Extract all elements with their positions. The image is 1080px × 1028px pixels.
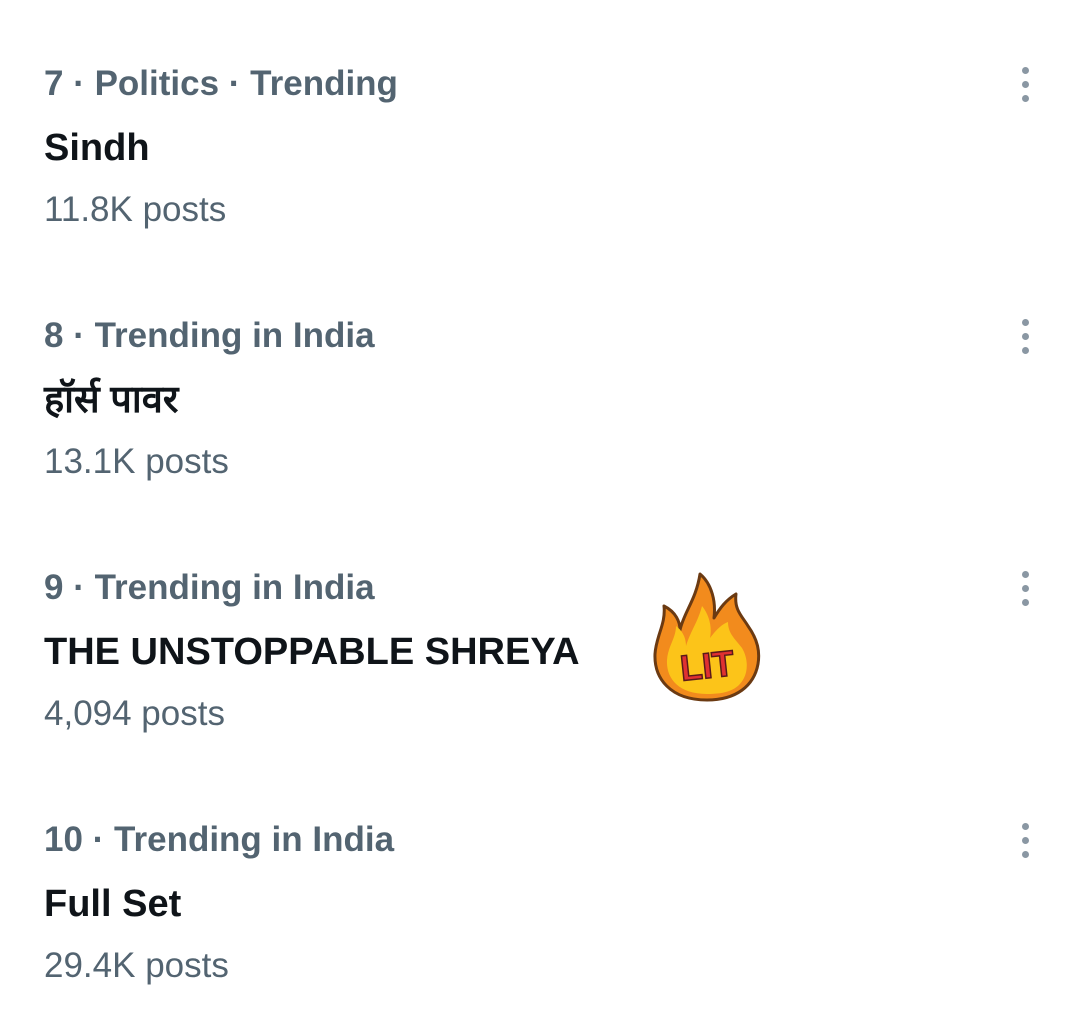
trend-title: Full Set [44,883,182,925]
more-dot [1021,598,1029,606]
more-dot [1021,822,1029,830]
trend-item-9[interactable]: 9 · Trending in India THE UNSTOPPABLE SH… [0,504,1080,756]
trending-list: 7 · Politics · Trending Sindh 11.8K post… [0,0,1080,1028]
more-options-button[interactable] [1004,314,1046,358]
trend-title: Sindh [44,127,150,169]
more-dot [1021,836,1029,844]
trend-context: 9 · Trending in India [44,568,375,607]
trend-post-count: 13.1K posts [44,442,229,481]
lit-text: LIT [678,642,736,688]
more-dot [1021,346,1029,354]
more-options-button[interactable] [1004,818,1046,862]
lit-label: LIT [677,642,736,690]
trend-item-10[interactable]: 10 · Trending in India Full Set 29.4K po… [0,756,1080,1008]
trend-post-count: 4,094 posts [44,694,225,733]
more-dot [1021,66,1029,74]
trend-title: THE UNSTOPPABLE SHREYA [44,631,580,673]
trend-post-count: 29.4K posts [44,946,229,985]
more-dot [1021,570,1029,578]
fire-icon: LIT [653,572,761,702]
trend-title: हॉर्स पावर [44,379,179,421]
trend-context: 7 · Politics · Trending [44,64,398,103]
trend-item-7[interactable]: 7 · Politics · Trending Sindh 11.8K post… [0,0,1080,252]
more-dot [1021,850,1029,858]
more-dot [1021,318,1029,326]
more-dot [1021,94,1029,102]
more-options-button[interactable] [1004,566,1046,610]
more-dot [1021,584,1029,592]
more-dot [1021,332,1029,340]
trend-post-count: 11.8K posts [44,190,227,229]
trend-context: 10 · Trending in India [44,820,395,859]
more-dot [1021,80,1029,88]
trend-item-8[interactable]: 8 · Trending in India हॉर्स पावर 13.1K p… [0,252,1080,504]
trend-context: 8 · Trending in India [44,316,375,355]
more-options-button[interactable] [1004,62,1046,106]
